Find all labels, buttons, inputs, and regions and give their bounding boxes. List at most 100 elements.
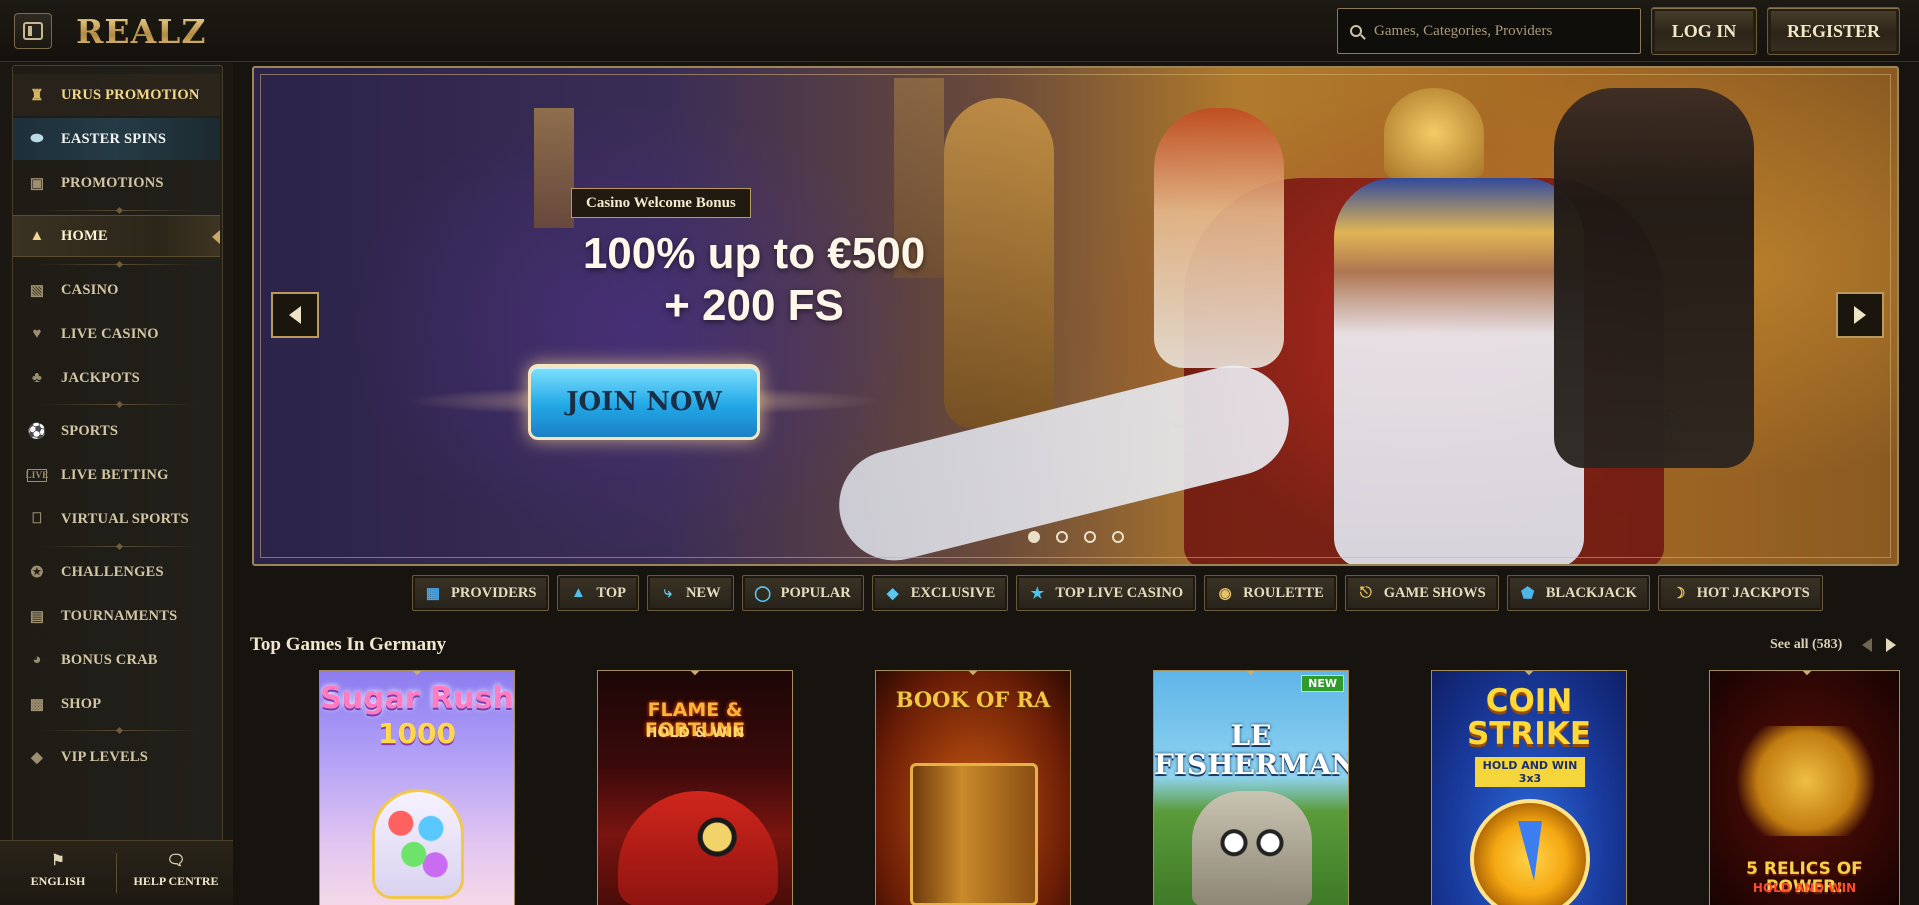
game-title: Sugar Rush xyxy=(320,681,514,716)
queen-character-art xyxy=(1154,108,1284,368)
sidebar-item-label: SPORTS xyxy=(61,422,119,439)
sidebar-divider xyxy=(40,404,200,405)
category-blackjack[interactable]: ⬟ BLACKJACK xyxy=(1506,575,1650,611)
bag-icon: ▩ xyxy=(29,696,45,713)
book-art xyxy=(910,763,1038,905)
game-subtitle: HOLD AND WIN xyxy=(1752,881,1857,895)
sidebar-item-live-casino[interactable]: ♥ LIVE CASINO xyxy=(13,313,220,355)
sidebar-footer: ⚑ ENGLISH 🗨 HELP CENTRE xyxy=(0,840,233,905)
game-card[interactable]: BOOK OF RA xyxy=(875,670,1071,905)
sidebar-item-sports[interactable]: ⚽ SPORTS xyxy=(13,410,220,452)
sidebar-item-home[interactable]: ▲ HOME xyxy=(13,215,220,257)
candy-machine-art xyxy=(372,789,464,899)
sidebar-item-challenges[interactable]: ✪ CHALLENGES xyxy=(13,551,220,593)
sidebar-item-jackpots[interactable]: ♣ JACKPOTS xyxy=(13,357,220,399)
sidebar-item-label: VIP LEVELS xyxy=(61,748,149,765)
sidebar-toggle-button[interactable] xyxy=(14,13,52,49)
virtual-icon: ⎕ xyxy=(32,511,42,527)
banana-icon: ☽ xyxy=(1672,585,1686,602)
sidebar-item-casino[interactable]: ▧ CASINO xyxy=(13,269,220,311)
crab-icon: ◕ xyxy=(32,651,42,668)
category-label: EXCLUSIVE xyxy=(910,584,996,601)
top-header: REALZ LOG IN REGISTER xyxy=(0,0,1919,62)
pyramid-icon: ▲ xyxy=(29,227,45,244)
category-exclusive[interactable]: ◆ EXCLUSIVE xyxy=(871,575,1009,611)
category-new[interactable]: ⤷ NEW xyxy=(646,575,734,611)
sidebar-item-urus-promotion[interactable]: ♜ URUS PROMOTION xyxy=(13,74,220,116)
slide-dot[interactable] xyxy=(1112,531,1124,543)
sidebar-item-tournaments[interactable]: ▤ TOURNAMENTS xyxy=(13,595,220,637)
site-logo[interactable]: REALZ xyxy=(76,12,206,51)
category-label: ROULETTE xyxy=(1243,584,1324,601)
sidebar-item-promotions[interactable]: ▣ PROMOTIONS xyxy=(13,162,220,204)
podium-icon: ▤ xyxy=(29,608,45,625)
sidebar-item-label: SHOP xyxy=(61,695,102,712)
sidebar-item-shop[interactable]: ▩ SHOP xyxy=(13,683,220,725)
category-top[interactable]: ▲ TOP xyxy=(557,575,639,611)
banner-next-button[interactable] xyxy=(1836,292,1884,338)
join-now-button[interactable]: JOIN NOW xyxy=(528,364,760,440)
category-hot-jackpots[interactable]: ☽ HOT JACKPOTS xyxy=(1657,575,1823,611)
sidebar-item-label: URUS PROMOTION xyxy=(61,86,200,103)
sidebar-item-bonus-crab[interactable]: ◕ BONUS CRAB xyxy=(13,639,220,681)
sidebar-divider xyxy=(40,730,200,731)
microphone-icon: ⎋ xyxy=(1359,585,1372,601)
egg-icon: ⬬ xyxy=(30,131,44,147)
cards-icon: ♥ xyxy=(32,325,42,342)
games-next-button[interactable] xyxy=(1886,638,1896,652)
sidebar-item-label: JACKPOTS xyxy=(61,369,140,386)
category-bar: ▦ PROVIDERS ▲ TOP ⤷ NEW ◯ POPULAR ◆ EXCL… xyxy=(412,575,1823,611)
roulette-icon: ◉ xyxy=(1218,585,1232,602)
category-label: POPULAR xyxy=(780,584,851,601)
arrow-right-icon xyxy=(1854,306,1866,324)
game-card[interactable]: NEW LE FISHERMAN xyxy=(1153,670,1349,905)
dragon-art xyxy=(618,791,778,905)
help-centre-button[interactable]: 🗨 HELP CENTRE xyxy=(121,851,231,889)
category-label: BLACKJACK xyxy=(1545,584,1637,601)
game-card[interactable]: COIN STRIKE HOLD AND WIN 3x3 xyxy=(1431,670,1627,905)
category-providers[interactable]: ▦ PROVIDERS xyxy=(412,575,550,611)
relic-masks-art xyxy=(1726,726,1886,836)
sidebar-divider xyxy=(40,264,200,265)
game-card[interactable]: FLAME & FORTUNE HOLD & WIN xyxy=(597,670,793,905)
sidebar-item-label: LIVE CASINO xyxy=(61,325,159,342)
hero-banner[interactable]: ☥ ☥ Casino Welcome Bonus 100% up to €500… xyxy=(252,66,1899,566)
banner-title: 100% up to €500 + 200 FS xyxy=(404,228,1104,332)
section-title: Top Games In Germany xyxy=(250,634,447,655)
help-label: HELP CENTRE xyxy=(133,874,219,888)
slide-dot[interactable] xyxy=(1084,531,1096,543)
sidebar-divider xyxy=(40,546,200,547)
flag-uk-icon: ⚑ xyxy=(51,853,65,869)
sidebar-item-easter-spins[interactable]: ⬬ EASTER SPINS xyxy=(13,118,220,160)
login-button[interactable]: LOG IN xyxy=(1651,7,1757,55)
lightning-icon xyxy=(1518,821,1542,881)
sidebar-item-label: PROMOTIONS xyxy=(61,174,164,191)
chat-bubble-icon: 🗨 xyxy=(166,853,186,869)
slot-machine-icon: ▧ xyxy=(29,282,45,299)
search-input[interactable] xyxy=(1374,22,1634,40)
language-selector[interactable]: ⚑ ENGLISH xyxy=(3,851,113,889)
game-card[interactable]: Sugar Rush 1000 xyxy=(319,670,515,905)
banner-prev-button[interactable] xyxy=(271,292,319,338)
cards-icon: ▦ xyxy=(425,585,441,602)
sidebar-item-label: VIRTUAL SPORTS xyxy=(61,510,189,527)
game-subtitle: HOLD & WIN xyxy=(645,725,745,741)
sidebar-item-vip-levels[interactable]: ◆ VIP LEVELS xyxy=(13,736,220,778)
slide-indicator xyxy=(1028,531,1124,543)
decor-pillar xyxy=(534,108,574,228)
slide-dot[interactable] xyxy=(1028,531,1040,543)
sidebar-item-live-betting[interactable]: LIVE LIVE BETTING xyxy=(13,454,220,496)
games-prev-button[interactable] xyxy=(1862,638,1872,652)
category-top-live-casino[interactable]: ★ TOP LIVE CASINO xyxy=(1016,575,1197,611)
search-box[interactable] xyxy=(1337,8,1641,54)
category-popular[interactable]: ◯ POPULAR xyxy=(741,575,864,611)
register-button[interactable]: REGISTER xyxy=(1767,7,1900,55)
slide-dot[interactable] xyxy=(1056,531,1068,543)
category-roulette[interactable]: ◉ ROULETTE xyxy=(1204,575,1337,611)
category-game-shows[interactable]: ⎋ GAME SHOWS xyxy=(1344,575,1499,611)
sidebar-item-virtual-sports[interactable]: ⎕ VIRTUAL SPORTS xyxy=(13,498,220,540)
see-all-link[interactable]: See all (583) xyxy=(1770,637,1842,653)
game-title: COIN STRIKE xyxy=(1466,683,1592,752)
flame-icon: ◯ xyxy=(754,585,771,602)
game-card[interactable]: 5 RELICS OF POWER: HOLD AND WIN xyxy=(1709,670,1900,905)
